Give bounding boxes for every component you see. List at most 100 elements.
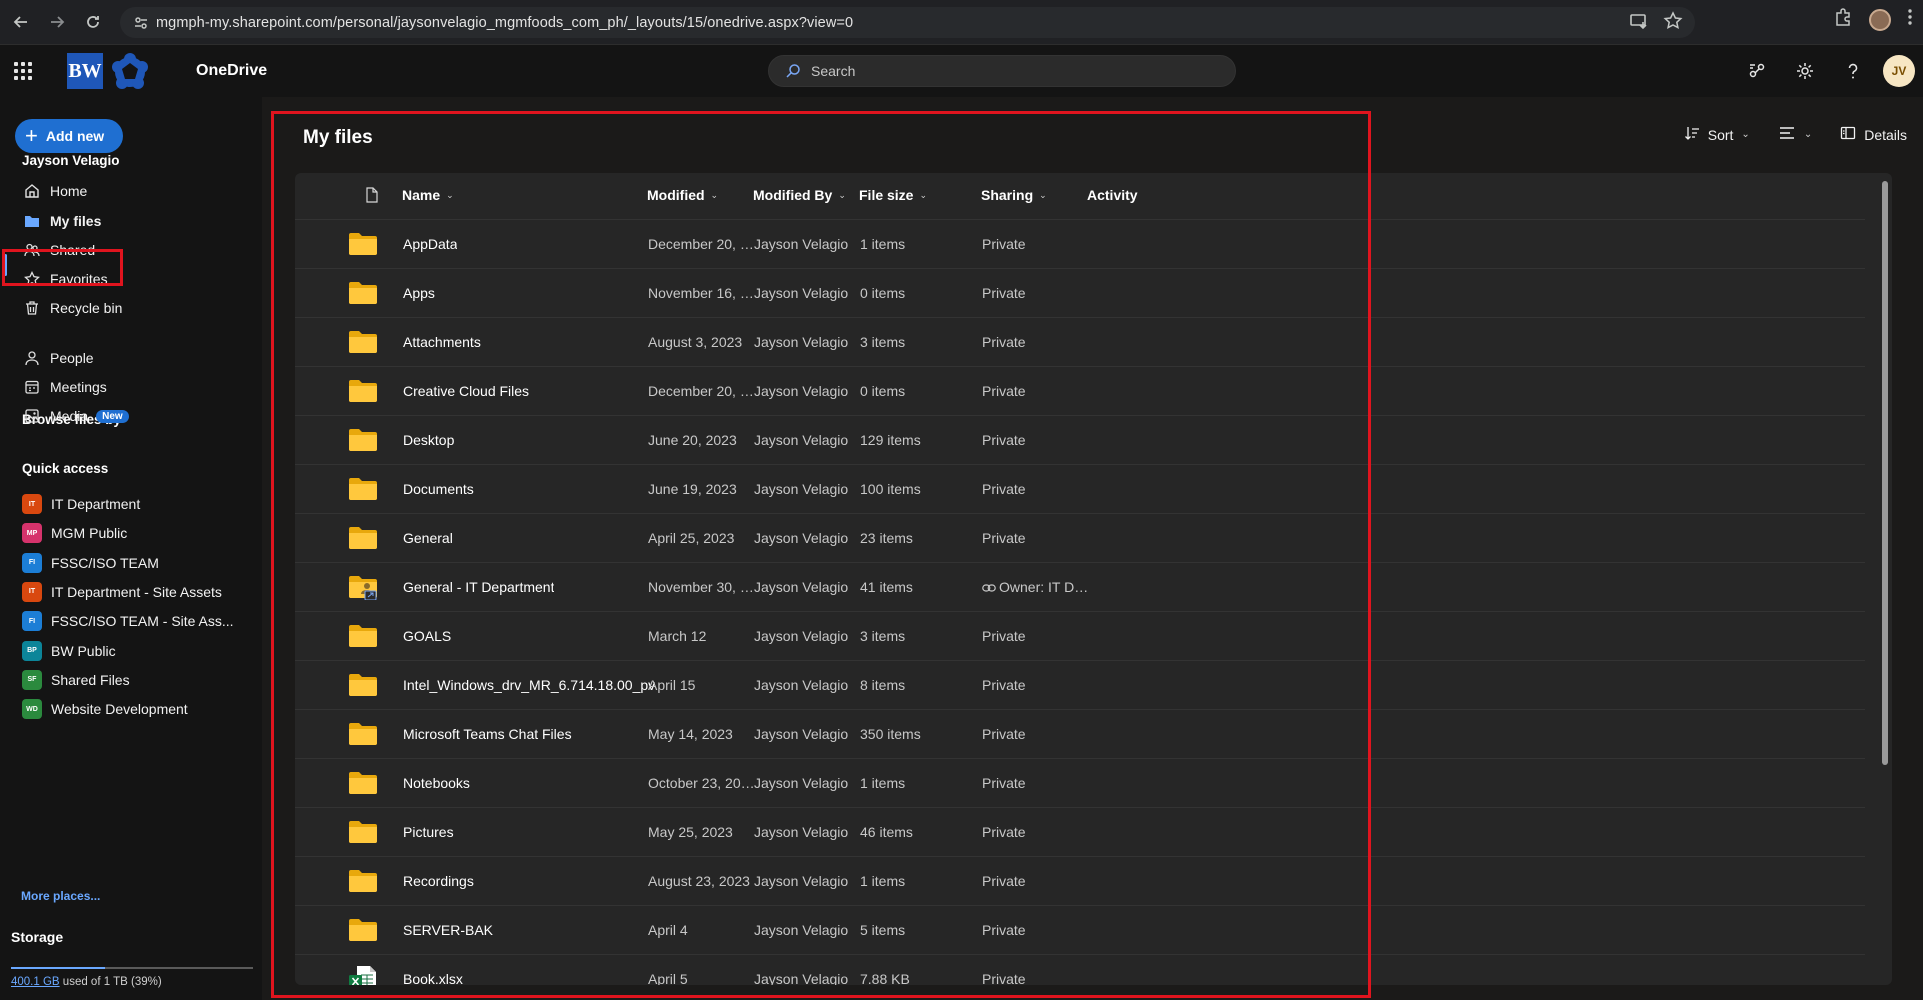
file-name[interactable]: Microsoft Teams Chat Files <box>403 726 572 742</box>
file-name[interactable]: Attachments <box>403 334 481 350</box>
browser-profile-avatar[interactable] <box>1869 8 1891 31</box>
quick-access-item[interactable]: BP BW Public <box>22 637 242 665</box>
file-name[interactable]: Notebooks <box>403 775 470 791</box>
search-box[interactable] <box>768 55 1236 87</box>
quick-access-label: IT Department - Site Assets <box>51 583 222 600</box>
table-row[interactable]: GOALS March 12 Jayson Velagio 3 items Privat… <box>295 611 1865 660</box>
table-row[interactable]: Documents June 19, 2023 Jayson Velagio 100 … <box>295 464 1865 513</box>
file-type-header-icon[interactable] <box>365 187 379 203</box>
site-badge-icon: IT <box>22 581 42 602</box>
column-header-activity[interactable]: Activity <box>1087 187 1138 203</box>
file-size: 3 items <box>860 628 906 644</box>
column-header-label: Modified By <box>753 187 833 203</box>
table-row[interactable]: Notebooks October 23, 2023 Jayson Velagio 1… <box>295 758 1865 807</box>
quick-access-label: FSSC/ISO TEAM - Site Ass... <box>51 613 234 630</box>
table-row[interactable]: General - IT Department November 30, 2...… <box>295 562 1865 611</box>
file-name[interactable]: GOALS <box>403 628 451 644</box>
bookmark-star-icon[interactable] <box>1663 11 1683 36</box>
install-app-icon[interactable] <box>1629 11 1649 36</box>
column-header-sharing[interactable]: Sharing ⌄ <box>981 187 1047 203</box>
quick-access-item[interactable]: SF Shared Files <box>22 666 242 694</box>
address-bar[interactable]: mgmph-my.sharepoint.com/personal/jaysonv… <box>120 7 1695 38</box>
sharing-status: Private <box>982 922 1026 938</box>
nav-item-media[interactable]: Media New <box>22 402 242 430</box>
quick-access-label: Website Development <box>51 701 188 718</box>
search-input[interactable] <box>811 63 1191 79</box>
details-button[interactable]: Details <box>1840 125 1907 144</box>
modified-date: April 25, 2023 <box>648 530 735 546</box>
table-row[interactable]: Pictures May 25, 2023 Jayson Velagio 46 ite… <box>295 807 1865 856</box>
file-name[interactable]: Book.xlsx <box>403 971 463 985</box>
column-header-modified[interactable]: Modified ⌄ <box>647 187 718 203</box>
table-row[interactable]: Attachments August 3, 2023 Jayson Velagio 3… <box>295 317 1865 366</box>
share-feedback-icon[interactable] <box>1733 45 1781 97</box>
nav-item-my-files[interactable]: My files <box>22 207 242 235</box>
details-label: Details <box>1864 126 1907 143</box>
plus-icon: + <box>25 123 38 148</box>
file-name[interactable]: AppData <box>403 236 457 252</box>
quick-access-item[interactable]: FI FSSC/ISO TEAM - Site Ass... <box>22 607 242 635</box>
link-icon <box>982 579 999 595</box>
table-row[interactable]: Intel_Windows_drv_MR_6.714.18.00_pv April… <box>295 660 1865 709</box>
chevron-down-icon: ⌄ <box>919 189 928 200</box>
file-name[interactable]: Recordings <box>403 873 474 889</box>
table-row[interactable]: AppData December 20, 2... Jayson Velagio 1 … <box>295 219 1865 268</box>
folder-icon <box>348 770 378 796</box>
app-launcher-icon[interactable] <box>12 60 34 82</box>
table-row[interactable]: Microsoft Teams Chat Files May 14, 2023 Ja… <box>295 709 1865 758</box>
modified-by: Jayson Velagio <box>754 873 849 889</box>
table-row[interactable]: SERVER-BAK April 4 Jayson Velagio 5 items Pr… <box>295 905 1865 954</box>
file-name[interactable]: Pictures <box>403 824 454 840</box>
quick-access-item[interactable]: IT IT Department <box>22 490 242 518</box>
column-header-modified-by[interactable]: Modified By ⌄ <box>753 187 846 203</box>
extensions-icon[interactable] <box>1833 7 1853 32</box>
file-name[interactable]: Documents <box>403 481 474 497</box>
file-name[interactable]: SERVER-BAK <box>403 922 493 938</box>
nav-item-recycle-bin[interactable]: Recycle bin <box>22 294 242 322</box>
quick-access-item[interactable]: MP MGM Public <box>22 519 242 547</box>
column-header-file-size[interactable]: File size ⌄ <box>859 187 927 203</box>
help-icon[interactable] <box>1829 45 1877 97</box>
file-name[interactable]: Apps <box>403 285 435 301</box>
table-row[interactable]: Creative Cloud Files December 20, 2... Jay… <box>295 366 1865 415</box>
nav-item-home[interactable]: Home <box>22 177 242 205</box>
forward-arrow-icon[interactable] <box>42 7 72 37</box>
table-row[interactable]: Desktop June 20, 2023 Jayson Velagio 129 it… <box>295 415 1865 464</box>
file-size: 46 items <box>860 824 913 840</box>
table-row[interactable]: General April 25, 2023 Jayson Velagio 23 it… <box>295 513 1865 562</box>
bw-logo[interactable]: BW <box>67 53 103 89</box>
file-size: 100 items <box>860 481 921 497</box>
user-avatar[interactable]: JV <box>1883 55 1915 87</box>
sort-button[interactable]: Sort ⌄ <box>1684 125 1750 144</box>
reload-icon[interactable] <box>78 7 108 37</box>
file-name[interactable]: General <box>403 530 453 546</box>
more-places-link[interactable]: More places... <box>21 889 100 903</box>
add-new-button[interactable]: + Add new <box>15 119 123 153</box>
folder-icon <box>22 211 42 231</box>
site-info-icon[interactable] <box>126 15 156 31</box>
file-name[interactable]: Intel_Windows_drv_MR_6.714.18.00_pv <box>403 677 655 693</box>
app-name[interactable]: OneDrive <box>196 62 267 80</box>
table-row[interactable]: Recordings August 23, 2023 Jayson Velagio 1… <box>295 856 1865 905</box>
file-name[interactable]: Creative Cloud Files <box>403 383 529 399</box>
storage-used-link[interactable]: 400.1 GB <box>11 976 60 988</box>
browser-menu-icon[interactable] <box>1907 8 1913 31</box>
quick-access-item[interactable]: FI FSSC/ISO TEAM <box>22 549 242 577</box>
excel-file-icon <box>348 966 378 985</box>
back-arrow-icon[interactable] <box>6 7 36 37</box>
quick-access-item[interactable]: WD Website Development <box>22 695 242 723</box>
view-options-button[interactable]: ⌄ <box>1778 125 1812 144</box>
table-row[interactable]: Apps November 16, 2... Jayson Velagio 0 ite… <box>295 268 1865 317</box>
nav-item-people[interactable]: People <box>22 344 242 372</box>
quick-access-item[interactable]: IT IT Department - Site Assets <box>22 578 242 606</box>
vertical-scrollbar[interactable] <box>1882 181 1888 765</box>
settings-gear-icon[interactable] <box>1781 45 1829 97</box>
url-text[interactable]: mgmph-my.sharepoint.com/personal/jaysonv… <box>156 15 853 31</box>
file-name[interactable]: Desktop <box>403 432 454 448</box>
column-header-name[interactable]: Name ⌄ <box>402 187 454 203</box>
modified-by: Jayson Velagio <box>754 481 849 497</box>
table-row[interactable]: Book.xlsx April 5 Jayson Velagio 7.88 KB Pri… <box>295 954 1865 985</box>
modified-by: Jayson Velagio <box>754 824 849 840</box>
file-name[interactable]: General - IT Department <box>403 579 554 595</box>
nav-item-meetings[interactable]: Meetings <box>22 373 242 401</box>
